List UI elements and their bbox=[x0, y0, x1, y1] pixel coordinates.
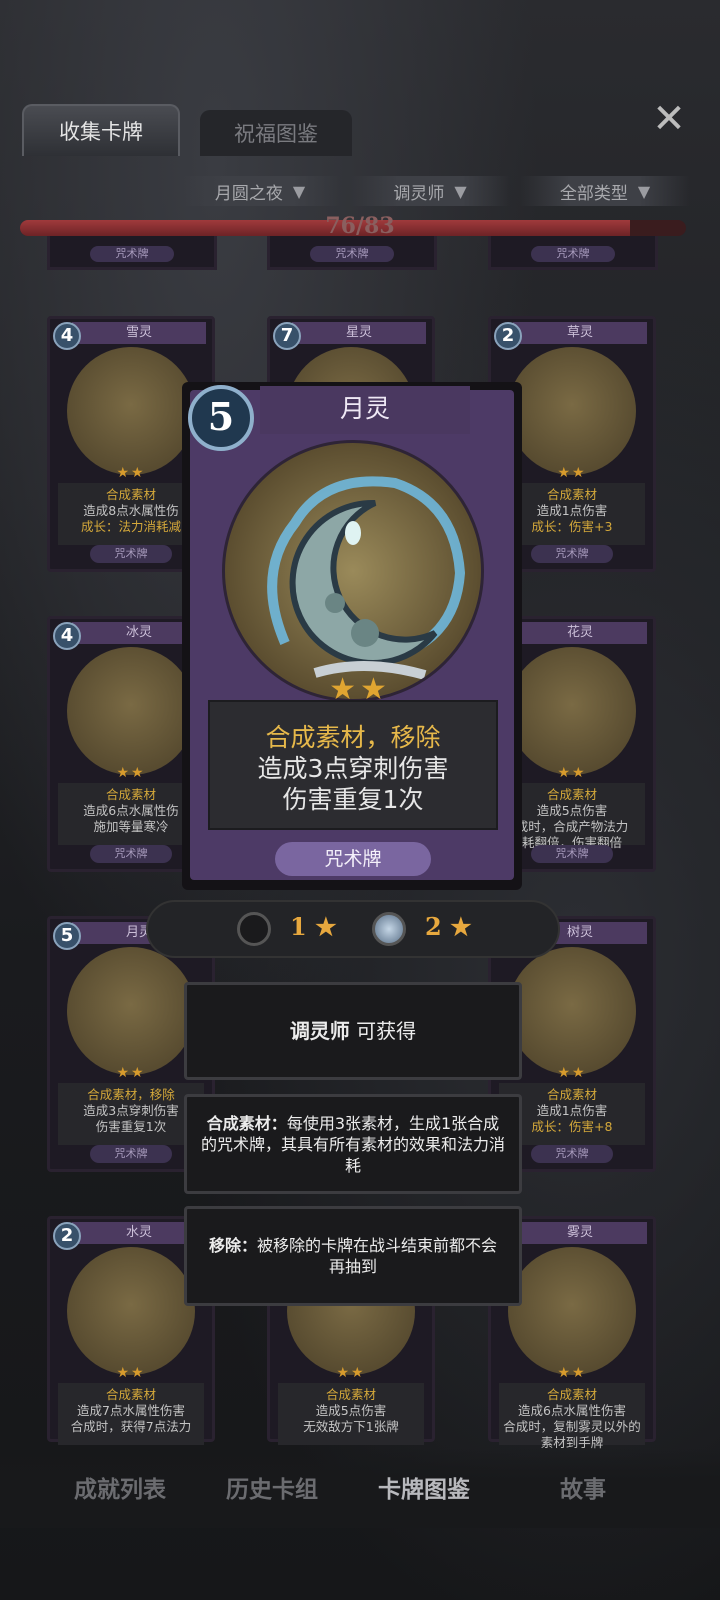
tab-collect-cards[interactable]: 收集卡牌 bbox=[22, 104, 180, 156]
keyword-name: 合成素材： bbox=[206, 1114, 287, 1133]
funnel-icon: ▼ bbox=[292, 181, 306, 201]
card-type-label: 咒术牌 bbox=[90, 545, 172, 563]
card-art bbox=[508, 1247, 636, 1375]
card-cost: 7 bbox=[273, 322, 301, 350]
card-art bbox=[508, 347, 636, 475]
card-art bbox=[508, 947, 636, 1075]
card-cost: 4 bbox=[53, 622, 81, 650]
card-line2: 造成5点伤害 bbox=[315, 1403, 387, 1418]
card-name: 雪灵 bbox=[72, 322, 206, 344]
card-name: 雾灵 bbox=[513, 1222, 647, 1244]
star-level-value: 2 bbox=[425, 912, 442, 941]
filter-type[interactable]: 全部类型 ▼ bbox=[520, 176, 690, 206]
card-line1: 合成素材 bbox=[325, 1387, 376, 1402]
card-cost: 2 bbox=[494, 322, 522, 350]
partial-card[interactable]: 咒术牌 bbox=[47, 236, 217, 270]
nav-card-catalog[interactable]: 卡牌图鉴 bbox=[378, 1470, 470, 1506]
card-art bbox=[508, 647, 636, 775]
keyword-name: 移除： bbox=[208, 1236, 257, 1255]
card-detail-line2: 造成3点穿刺伤害 bbox=[257, 754, 449, 783]
obtain-class: 调灵师 bbox=[289, 1019, 350, 1043]
moon-spirit-illustration bbox=[267, 476, 466, 680]
card-name: 草灵 bbox=[513, 322, 647, 344]
filter-moon-night[interactable]: 月圆之夜 ▼ bbox=[180, 176, 340, 206]
card-cost: 5 bbox=[53, 922, 81, 950]
nav-history-decks[interactable]: 历史卡组 bbox=[226, 1470, 318, 1506]
partial-card[interactable]: 咒术牌 bbox=[488, 236, 658, 270]
close-icon[interactable]: ✕ bbox=[648, 98, 690, 140]
card-text: 合成素材，移除 造成3点穿刺伤害 伤害重复1次 bbox=[58, 1083, 204, 1145]
card-art bbox=[67, 947, 195, 1075]
filter-label: 月圆之夜 bbox=[214, 183, 283, 204]
card-type-label: 咒术牌 bbox=[531, 545, 613, 563]
obtain-suffix: 可获得 bbox=[356, 1019, 417, 1043]
star-level-1[interactable]: 1 ★ bbox=[290, 912, 337, 941]
keyword-panel-synthesis: 合成素材：每使用3张素材，生成1张合成的咒术牌，其具有所有素材的效果和法力消耗 bbox=[184, 1094, 522, 1194]
funnel-icon: ▼ bbox=[454, 181, 467, 201]
card-line3: 合成时，复制雾灵以外的 bbox=[503, 1419, 641, 1434]
card-type-label: 咒术牌 bbox=[531, 246, 615, 262]
card-type-label: 咒术牌 bbox=[310, 246, 394, 262]
card-name: 星灵 bbox=[292, 322, 426, 344]
funnel-icon: ▼ bbox=[637, 181, 651, 201]
star-level-2-orb[interactable] bbox=[372, 912, 406, 946]
partial-card[interactable]: 咒术牌 bbox=[267, 236, 437, 270]
card-line3: 无效敌方下1张牌 bbox=[303, 1419, 399, 1434]
filter-label: 调灵师 bbox=[393, 183, 445, 204]
nav-achievements[interactable]: 成就列表 bbox=[74, 1470, 166, 1506]
card-stars: ★★ bbox=[336, 1365, 366, 1381]
card-detail-name: 月灵 bbox=[260, 386, 470, 434]
star-level-selector bbox=[146, 900, 560, 958]
card-line3: 合成时，获得7点法力 bbox=[70, 1419, 192, 1434]
card-line2: 造成3点穿刺伤害 bbox=[83, 1103, 179, 1118]
card-cost: 4 bbox=[53, 322, 81, 350]
card-type-label: 咒术牌 bbox=[531, 1145, 613, 1163]
card-art bbox=[67, 347, 195, 475]
star-level-2[interactable]: 2 ★ bbox=[425, 912, 472, 941]
obtain-info-panel: 调灵师 可获得 bbox=[184, 982, 522, 1080]
card-detail-cost: 5 bbox=[188, 385, 254, 451]
card-line2: 造成6点水属性伤害 bbox=[518, 1403, 626, 1418]
card-detail-line3: 伤害重复1次 bbox=[282, 785, 424, 814]
card-text: 合成素材 造成7点水属性伤害 合成时，获得7点法力 bbox=[58, 1383, 204, 1445]
card-stars: ★★ bbox=[116, 1365, 146, 1381]
card-cost: 2 bbox=[53, 1222, 81, 1250]
star-level-1-orb[interactable] bbox=[237, 912, 271, 946]
card-type-label: 咒术牌 bbox=[531, 845, 613, 863]
card-detail-art bbox=[222, 440, 484, 702]
card-name: 花灵 bbox=[513, 622, 647, 644]
card-type-label: 咒术牌 bbox=[90, 845, 172, 863]
card-line1: 合成素材 bbox=[546, 1387, 597, 1402]
nav-story[interactable]: 故事 bbox=[560, 1470, 606, 1506]
filter-label: 全部类型 bbox=[559, 183, 628, 204]
card-line2: 造成7点水属性伤害 bbox=[77, 1403, 185, 1418]
tab-blessing-catalog[interactable]: 祝福图鉴 bbox=[200, 110, 352, 156]
card-stars: ★★ bbox=[557, 1365, 587, 1381]
card-detail-text: 合成素材，移除 造成3点穿刺伤害 伤害重复1次 bbox=[208, 700, 498, 830]
keyword-panel-remove: 移除：被移除的卡牌在战斗结束前都不会再抽到 bbox=[184, 1206, 522, 1306]
card-detail-line1: 合成素材，移除 bbox=[265, 723, 441, 752]
star-icon: ★ bbox=[450, 912, 472, 941]
card-type-label: 咒术牌 bbox=[90, 246, 174, 262]
card-text: 合成素材 造成6点水属性伤害 合成时，复制雾灵以外的 素材到手牌 bbox=[499, 1383, 645, 1450]
card-line1: 合成素材 bbox=[105, 1387, 156, 1402]
keyword-desc: 被移除的卡牌在战斗结束前都不会再抽到 bbox=[257, 1236, 498, 1276]
card-text: 合成素材 造成5点伤害 无效敌方下1张牌 bbox=[278, 1383, 424, 1445]
card-detail-type: 咒术牌 bbox=[275, 842, 431, 876]
star-icon: ★ bbox=[315, 912, 337, 941]
star-level-value: 1 bbox=[290, 912, 307, 941]
card-line1: 合成素材，移除 bbox=[87, 1087, 175, 1102]
card-type-label: 咒术牌 bbox=[90, 1145, 172, 1163]
filter-class[interactable]: 调灵师 ▼ bbox=[350, 176, 510, 206]
card-art bbox=[67, 647, 195, 775]
card-art bbox=[67, 1247, 195, 1375]
card-line3: 伤害重复1次 bbox=[95, 1119, 167, 1134]
